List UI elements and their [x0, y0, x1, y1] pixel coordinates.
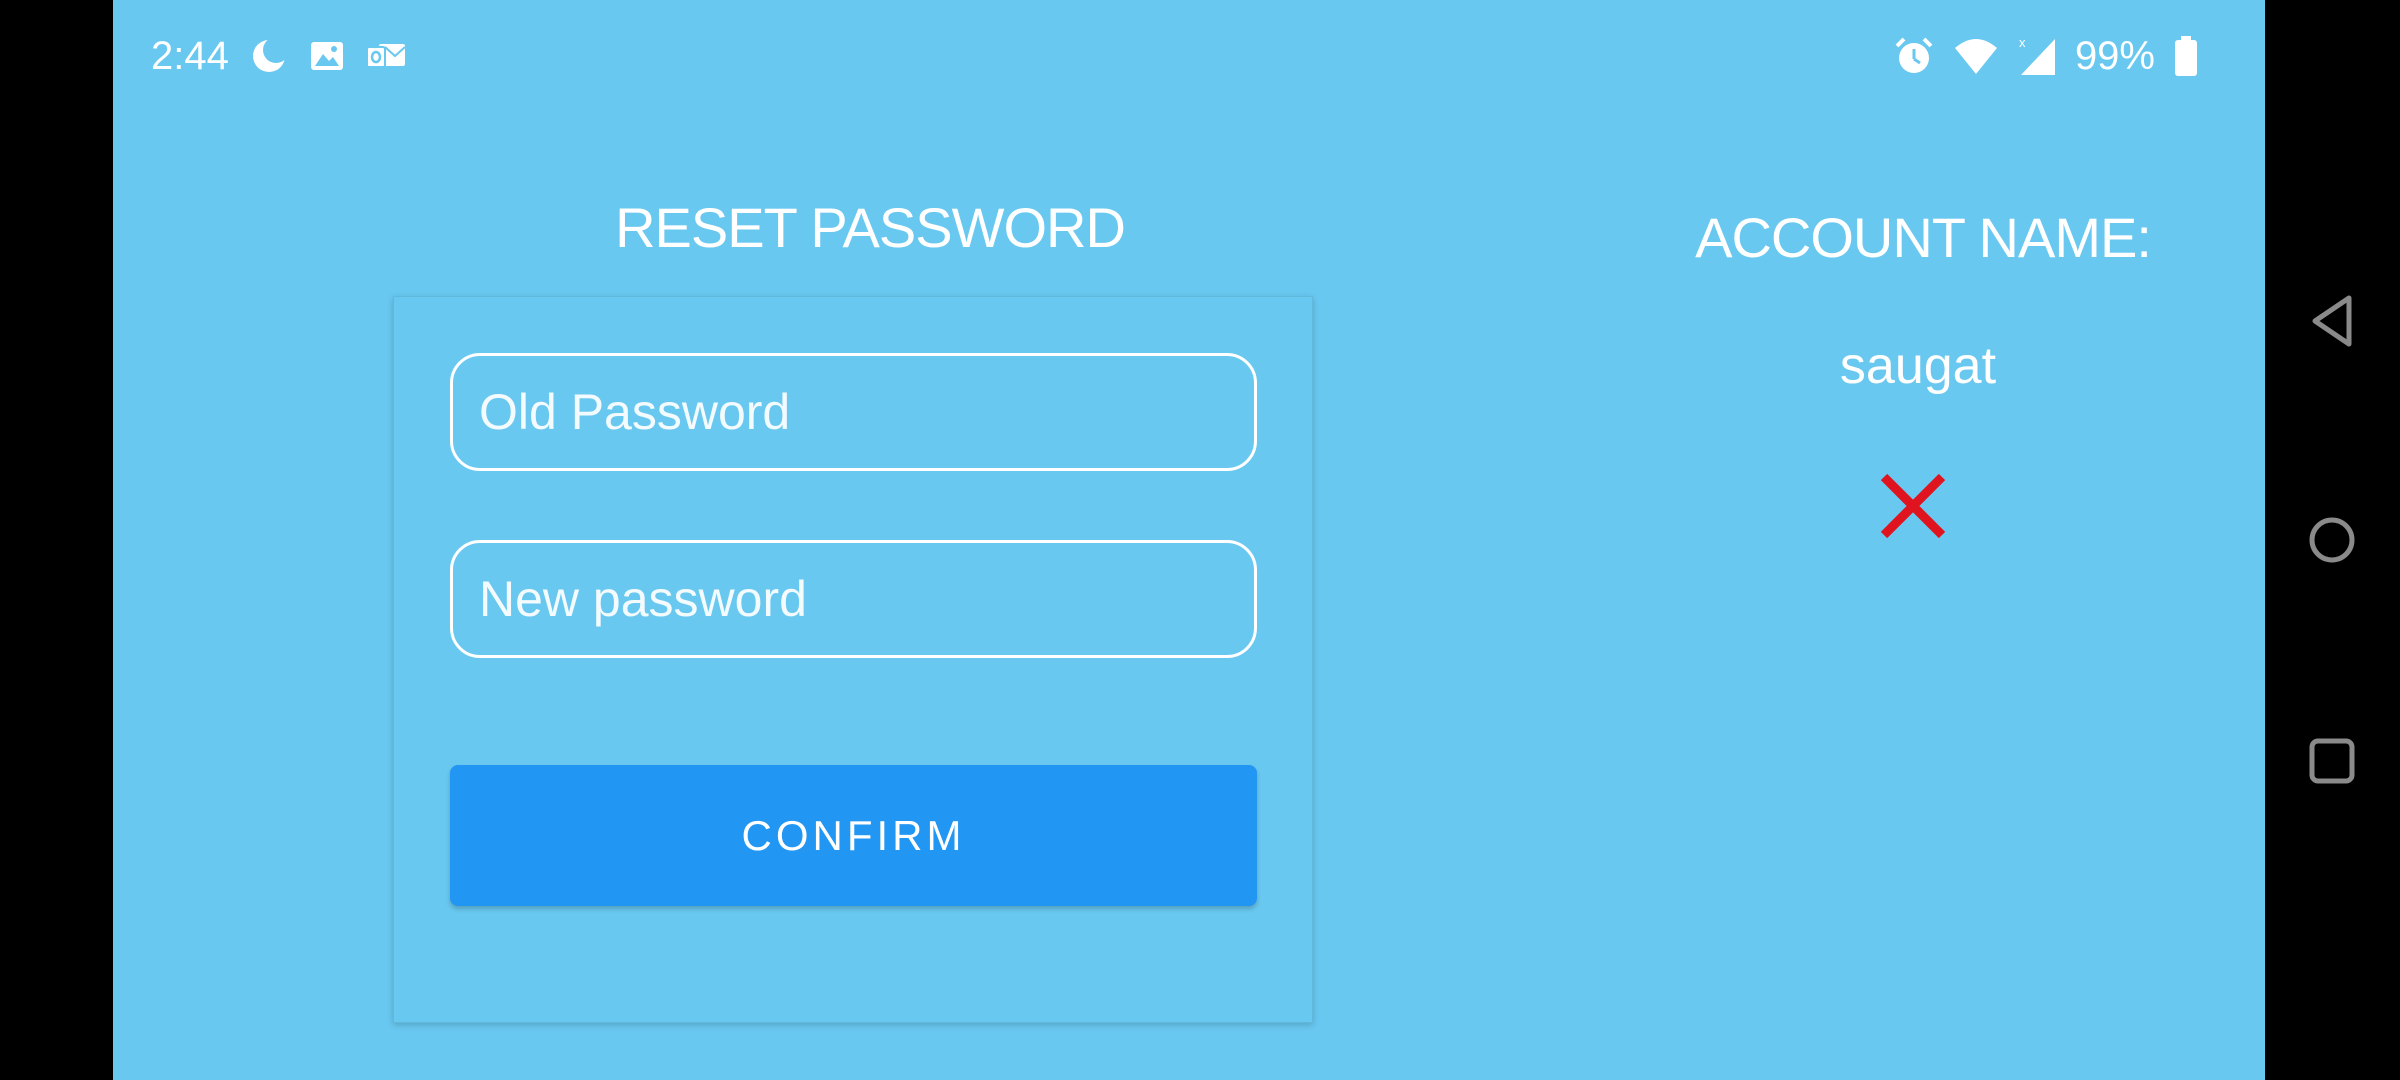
status-bar-right: x 99%: [1893, 30, 2199, 82]
reset-password-title: RESET PASSWORD: [615, 196, 1126, 259]
signal-icon: x: [2017, 35, 2057, 77]
account-name-value: saugat: [1839, 337, 1997, 395]
home-nav-icon[interactable]: [2292, 500, 2372, 580]
image-icon: [309, 38, 345, 74]
back-nav-icon[interactable]: [2292, 281, 2372, 361]
status-bar-left: 2:44: [151, 30, 407, 82]
svg-text:x: x: [2019, 35, 2026, 50]
close-icon[interactable]: [1873, 466, 1953, 546]
reset-password-card: CONFIRM: [393, 296, 1313, 1023]
account-name-label: ACCOUNT NAME:: [1695, 206, 2152, 269]
recents-nav-icon[interactable]: [2292, 721, 2372, 801]
app-screen: 2:44 x 99% RESET PASSWORD CONFIRM ACCOUN…: [113, 0, 2265, 1080]
display-cutout: [0, 0, 113, 1080]
alarm-icon: [1893, 35, 1935, 77]
system-nav-bar: [2265, 0, 2400, 1080]
outlook-icon: [365, 38, 407, 74]
battery-icon: [2173, 35, 2199, 77]
new-password-input[interactable]: [450, 540, 1257, 658]
battery-percent: 99%: [2074, 33, 2155, 78]
wifi-icon: [1953, 36, 1999, 76]
confirm-button[interactable]: CONFIRM: [450, 765, 1257, 906]
moon-icon: [249, 36, 289, 76]
status-time: 2:44: [151, 33, 229, 78]
old-password-input[interactable]: [450, 353, 1257, 471]
